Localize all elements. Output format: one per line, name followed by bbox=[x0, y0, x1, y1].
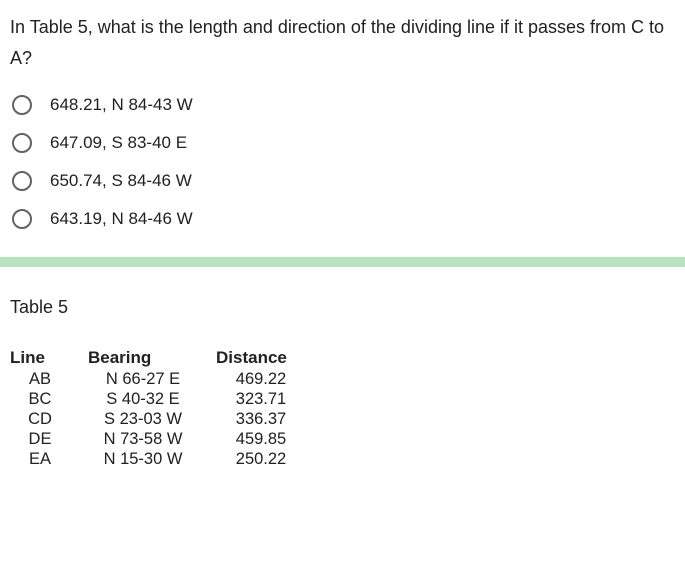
options-group: 648.21, N 84-43 W 647.09, S 83-40 E 650.… bbox=[10, 95, 675, 229]
table-title: Table 5 bbox=[10, 297, 675, 318]
cell-bearing: S 23-03 W bbox=[88, 410, 216, 430]
table-row: AB N 66-27 E 469.22 bbox=[10, 370, 324, 390]
radio-icon bbox=[12, 95, 32, 115]
cell-distance: 250.22 bbox=[216, 450, 324, 470]
cell-distance: 469.22 bbox=[216, 370, 324, 390]
table-row: BC S 40-32 E 323.71 bbox=[10, 390, 324, 410]
option-label: 648.21, N 84-43 W bbox=[50, 95, 193, 115]
section-divider bbox=[0, 257, 685, 267]
cell-line: BC bbox=[10, 390, 88, 410]
option-1[interactable]: 647.09, S 83-40 E bbox=[12, 133, 675, 153]
table-row: EA N 15-30 W 250.22 bbox=[10, 450, 324, 470]
option-label: 650.74, S 84-46 W bbox=[50, 171, 192, 191]
option-label: 643.19, N 84-46 W bbox=[50, 209, 193, 229]
option-3[interactable]: 643.19, N 84-46 W bbox=[12, 209, 675, 229]
data-table: Line Bearing Distance AB N 66-27 E 469.2… bbox=[10, 348, 324, 470]
radio-icon bbox=[12, 171, 32, 191]
table-row: CD S 23-03 W 336.37 bbox=[10, 410, 324, 430]
header-bearing: Bearing bbox=[88, 348, 216, 370]
table-header-row: Line Bearing Distance bbox=[10, 348, 324, 370]
option-0[interactable]: 648.21, N 84-43 W bbox=[12, 95, 675, 115]
cell-distance: 323.71 bbox=[216, 390, 324, 410]
header-distance: Distance bbox=[216, 348, 324, 370]
cell-line: CD bbox=[10, 410, 88, 430]
cell-line: AB bbox=[10, 370, 88, 390]
cell-line: DE bbox=[10, 430, 88, 450]
header-line: Line bbox=[10, 348, 88, 370]
radio-icon bbox=[12, 209, 32, 229]
cell-distance: 459.85 bbox=[216, 430, 324, 450]
question-text: In Table 5, what is the length and direc… bbox=[10, 12, 675, 73]
cell-distance: 336.37 bbox=[216, 410, 324, 430]
cell-bearing: N 66-27 E bbox=[88, 370, 216, 390]
table-row: DE N 73-58 W 459.85 bbox=[10, 430, 324, 450]
cell-bearing: N 15-30 W bbox=[88, 450, 216, 470]
cell-bearing: S 40-32 E bbox=[88, 390, 216, 410]
radio-icon bbox=[12, 133, 32, 153]
option-label: 647.09, S 83-40 E bbox=[50, 133, 187, 153]
cell-bearing: N 73-58 W bbox=[88, 430, 216, 450]
cell-line: EA bbox=[10, 450, 88, 470]
option-2[interactable]: 650.74, S 84-46 W bbox=[12, 171, 675, 191]
